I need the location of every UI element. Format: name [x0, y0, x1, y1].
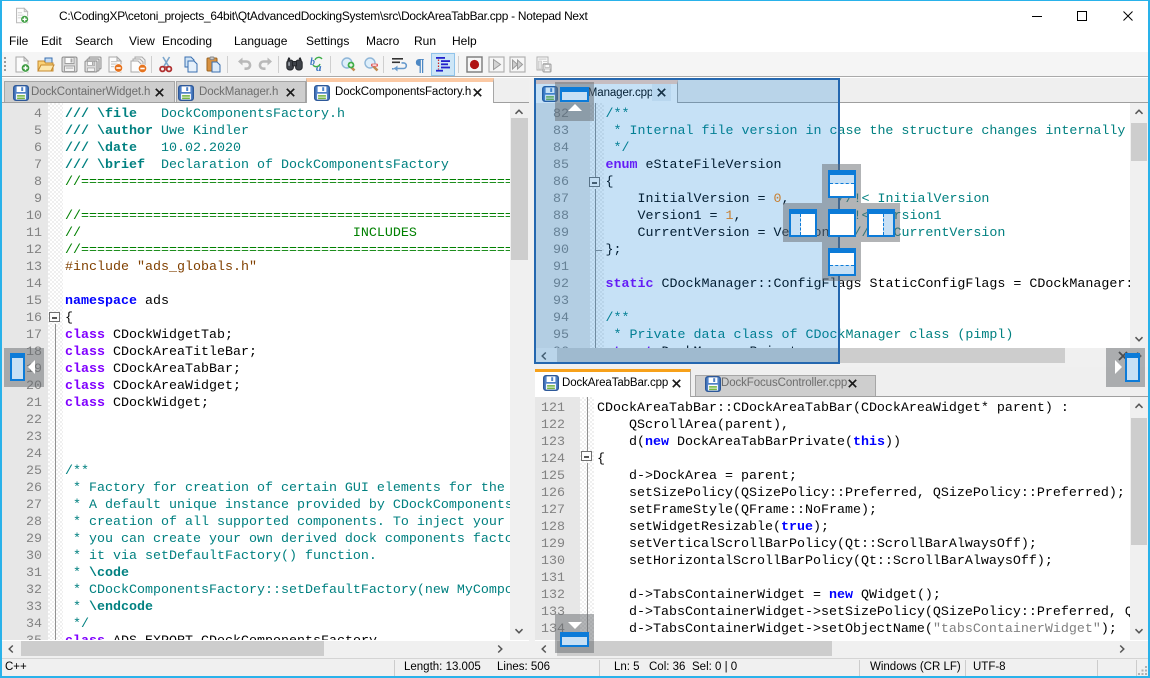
svg-text:¶: ¶ — [415, 56, 425, 73]
svg-text:a: a — [316, 62, 322, 73]
